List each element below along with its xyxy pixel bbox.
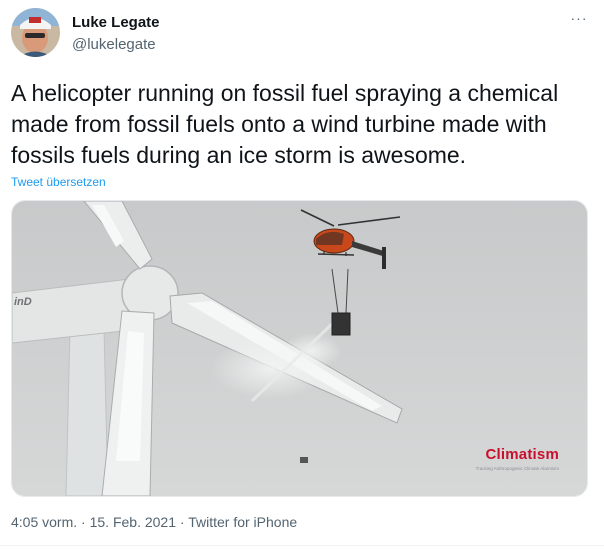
meta-separator: · [81,514,86,530]
tweet-metadata: 4:05 vorm. · 15. Feb. 2021 · Twitter for… [11,514,297,530]
turbine-tower [65,328,109,496]
user-name[interactable]: Luke Legate [72,14,160,31]
debris [300,457,308,463]
meta-separator: · [179,514,185,530]
more-horizontal-icon[interactable]: ··· [565,8,593,28]
nacelle-mark: inD [14,296,32,308]
brand-logo: Climatism [485,446,559,463]
spray-bucket [331,312,351,336]
tweet-text: A helicopter running on fossil fuel spra… [11,80,559,168]
avatar-image [11,8,60,57]
tweet-media[interactable]: inD Climatism Tracking Anthropogenic Cli… [11,200,588,497]
avatar[interactable] [11,8,60,57]
brand-tagline: Tracking Anthropogenic Climate Alarmism [475,466,559,471]
user-handle[interactable]: @lukelegate [72,36,156,53]
translate-link[interactable]: Tweet übersetzen [11,175,106,189]
tweet-date[interactable]: 15. Feb. 2021 [90,514,176,530]
tweet-source[interactable]: Twitter for iPhone [188,514,297,530]
tweet: Luke Legate @lukelegate ··· A helicopter… [0,0,604,549]
tweet-time[interactable]: 4:05 vorm. [11,514,77,530]
divider [0,545,604,546]
